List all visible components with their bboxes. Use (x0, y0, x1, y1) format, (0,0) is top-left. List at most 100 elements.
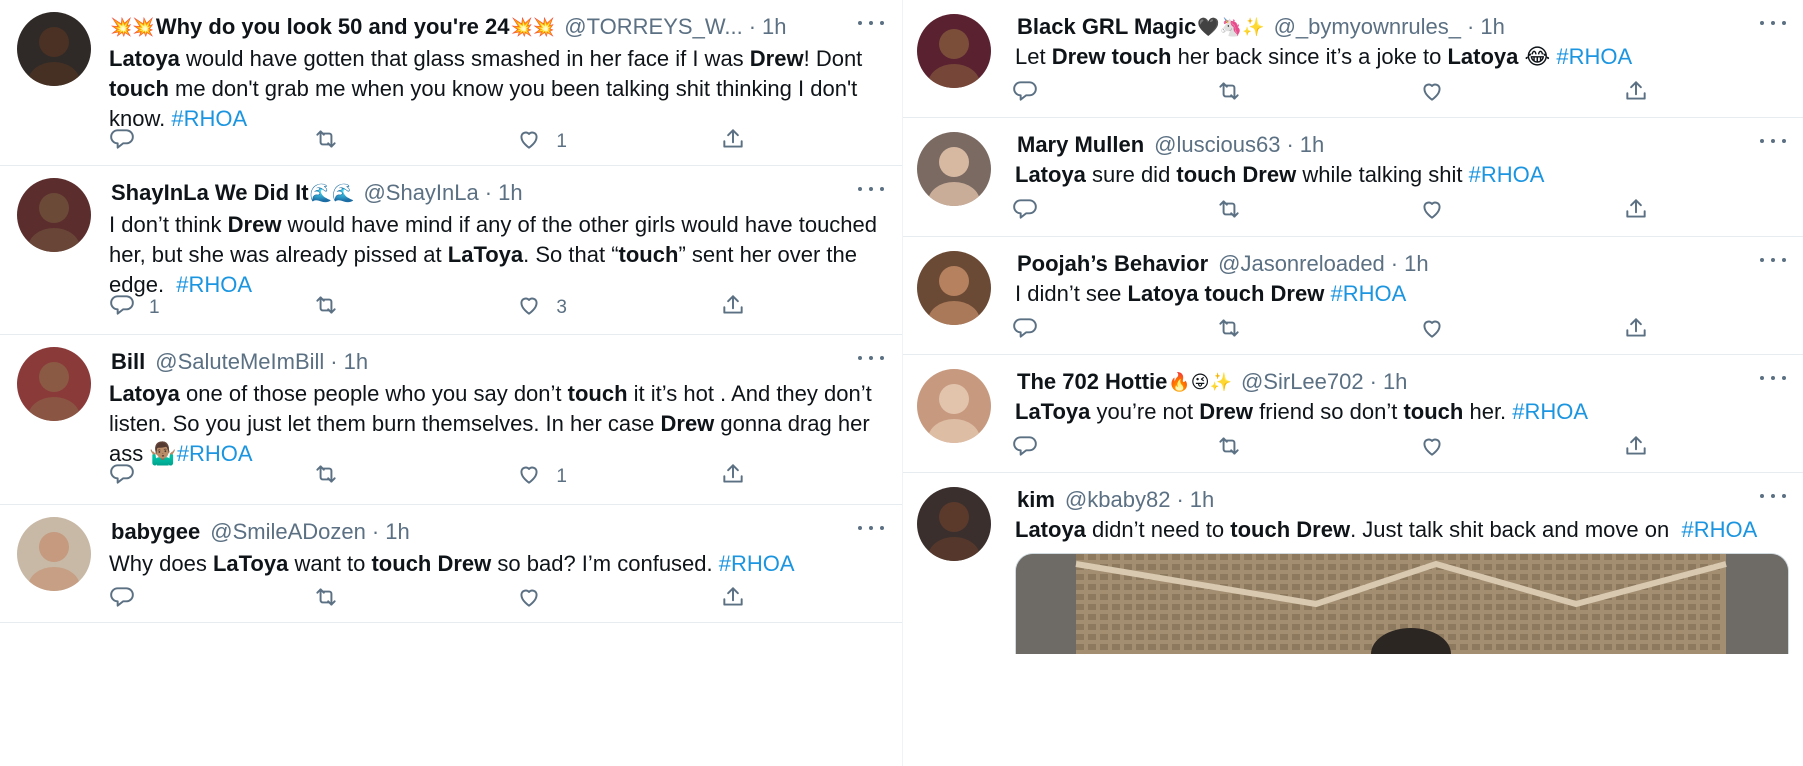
avatar[interactable] (17, 517, 91, 591)
retweet-button[interactable] (1216, 80, 1420, 108)
more-icon[interactable] (858, 348, 884, 368)
retweet-button[interactable] (313, 586, 517, 614)
like-button[interactable] (1419, 435, 1623, 463)
like-button[interactable] (1419, 317, 1623, 345)
share-button[interactable] (720, 294, 759, 322)
tweet[interactable]: ShayInLa We Did It 🌊🌊 @ShayInLa · 1h I don’t … (0, 166, 902, 335)
like-button[interactable] (1419, 80, 1623, 108)
likes-count: 1 (556, 131, 567, 152)
user-handle[interactable]: @luscious63 (1154, 132, 1280, 158)
hashtag-link[interactable]: #RHOA (1556, 44, 1632, 69)
replies-count: 1 (149, 297, 160, 318)
user-handle[interactable]: @SmileADozen (210, 519, 366, 545)
timestamp[interactable]: 1h (1383, 369, 1407, 395)
more-icon[interactable] (1760, 131, 1786, 151)
retweet-button[interactable] (1216, 198, 1420, 226)
share-button[interactable] (720, 128, 759, 156)
likes-count: 3 (556, 297, 567, 318)
retweet-button[interactable] (1216, 435, 1420, 463)
reply-icon (1012, 433, 1038, 465)
avatar[interactable] (917, 487, 991, 561)
share-button[interactable] (1623, 317, 1662, 345)
share-button[interactable] (720, 463, 759, 491)
more-icon[interactable] (1760, 13, 1786, 33)
share-icon (720, 584, 746, 616)
retweet-button[interactable] (313, 463, 517, 491)
tweet-text: LaToya you’re not Drew friend so don’t t… (1015, 399, 1589, 424)
reply-button[interactable] (109, 586, 313, 614)
tweet[interactable]: kim @kbaby82 · 1h Latoya didn’t need to touc… (903, 473, 1803, 654)
like-button[interactable]: 3 (516, 294, 720, 322)
hashtag-link[interactable]: #RHOA (1330, 281, 1406, 306)
user-handle[interactable]: @kbaby82 (1065, 487, 1171, 513)
tweet[interactable]: The 702 Hottie 🔥😜✨ @SirLee702 · 1h LaToya you… (903, 355, 1803, 473)
more-icon[interactable] (858, 518, 884, 538)
user-handle[interactable]: @SirLee702 (1241, 369, 1364, 395)
timestamp[interactable]: 1h (1404, 251, 1428, 277)
like-button[interactable]: 1 (516, 128, 720, 156)
more-icon[interactable] (1760, 486, 1786, 506)
reply-button[interactable] (1012, 317, 1216, 345)
display-name[interactable]: babygee (111, 519, 200, 545)
timestamp[interactable]: 1h (1480, 14, 1504, 40)
tweet[interactable]: Bill @SaluteMeImBill · 1h Latoya one of thos… (0, 335, 902, 505)
user-handle[interactable]: @_bymyownrules_ (1274, 14, 1461, 40)
avatar[interactable] (17, 12, 91, 86)
avatar[interactable] (917, 251, 991, 325)
display-name[interactable]: kim (1017, 487, 1055, 513)
timestamp[interactable]: 1h (1190, 487, 1214, 513)
display-name[interactable]: The 702 Hottie (1017, 369, 1167, 395)
reply-button[interactable] (1012, 198, 1216, 226)
avatar[interactable] (17, 347, 91, 421)
hashtag-link[interactable]: #RHOA (719, 551, 795, 576)
avatar[interactable] (917, 132, 991, 206)
avatar[interactable] (17, 178, 91, 252)
avatar[interactable] (917, 14, 991, 88)
user-handle[interactable]: @ShayInLa (363, 180, 478, 206)
more-icon[interactable] (1760, 250, 1786, 270)
retweet-button[interactable] (313, 294, 517, 322)
hashtag-link[interactable]: #RHOA (1469, 162, 1545, 187)
tweet[interactable]: Mary Mullen @luscious63 · 1h Latoya sure did… (903, 118, 1803, 237)
user-handle[interactable]: @Jasonreloaded (1218, 251, 1385, 277)
retweet-button[interactable] (313, 128, 517, 156)
search-term-highlight: touch (109, 76, 169, 101)
user-handle[interactable]: @TORREYS_W... (564, 14, 742, 40)
timestamp[interactable]: 1h (344, 349, 368, 375)
tweet[interactable]: Black GRL Magic 🖤🦄✨ @_bymyownrules_ · 1h Let … (903, 0, 1803, 118)
user-handle[interactable]: @SaluteMeImBill (155, 349, 324, 375)
display-name[interactable]: Mary Mullen (1017, 132, 1144, 158)
tweet[interactable]: Poojah’s Behavior @Jasonreloaded · 1h I didn… (903, 237, 1803, 355)
display-name[interactable]: Bill (111, 349, 145, 375)
share-button[interactable] (1623, 435, 1662, 463)
share-button[interactable] (1623, 198, 1662, 226)
more-icon[interactable] (858, 179, 884, 199)
display-name[interactable]: Poojah’s Behavior (1017, 251, 1208, 277)
timestamp[interactable]: 1h (762, 14, 786, 40)
share-button[interactable] (720, 586, 759, 614)
avatar[interactable] (917, 369, 991, 443)
timestamp[interactable]: 1h (385, 519, 409, 545)
more-icon[interactable] (1760, 368, 1786, 388)
reply-button[interactable]: 1 (109, 294, 313, 322)
timestamp[interactable]: 1h (1300, 132, 1324, 158)
tweet-media-image[interactable] (1015, 553, 1789, 654)
hashtag-link[interactable]: #RHOA (1512, 399, 1588, 424)
tweet[interactable]: 💥💥 Why do you look 50 and you're 24 💥💥 @TOR… (0, 0, 902, 166)
reply-button[interactable] (109, 463, 313, 491)
like-button[interactable] (516, 586, 720, 614)
reply-button[interactable] (1012, 435, 1216, 463)
more-icon[interactable] (858, 13, 884, 33)
tweet[interactable]: babygee @SmileADozen · 1h Why does LaToya wa… (0, 505, 902, 623)
display-name[interactable]: ShayInLa We Did It (111, 180, 309, 206)
hashtag-link[interactable]: #RHOA (1681, 517, 1757, 542)
display-name[interactable]: Why do you look 50 and you're 24 (156, 14, 510, 40)
like-button[interactable] (1419, 198, 1623, 226)
reply-button[interactable] (109, 128, 313, 156)
reply-button[interactable] (1012, 80, 1216, 108)
retweet-button[interactable] (1216, 317, 1420, 345)
share-button[interactable] (1623, 80, 1662, 108)
like-button[interactable]: 1 (516, 463, 720, 491)
display-name[interactable]: Black GRL Magic (1017, 14, 1196, 40)
timestamp[interactable]: 1h (498, 180, 522, 206)
